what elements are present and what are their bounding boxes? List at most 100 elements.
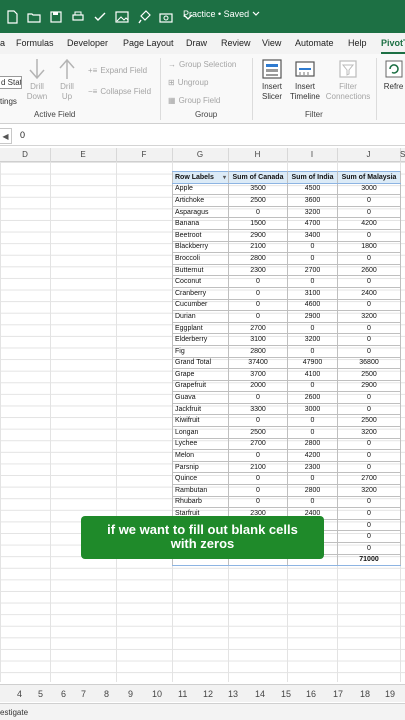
value-cell[interactable]: 0 — [287, 472, 338, 486]
filter-connections-button[interactable]: Filter Connections — [324, 58, 372, 102]
row-label-cell[interactable]: Grand Total — [172, 356, 229, 370]
value-cell[interactable]: 0 — [287, 252, 338, 265]
value-cell[interactable]: 0 — [337, 321, 401, 335]
value-cell[interactable]: 0 — [287, 495, 338, 509]
filter-dropdown-icon[interactable]: ▾ — [223, 174, 226, 181]
row-number[interactable]: 13 — [228, 689, 238, 699]
canada-header[interactable]: Sum of Canada — [228, 171, 288, 184]
group-selection-button[interactable]: → Group Selection — [168, 60, 236, 69]
drill-up-button[interactable]: Drill Up — [56, 58, 78, 102]
value-cell[interactable]: 2900 — [228, 228, 288, 242]
print-icon[interactable] — [68, 7, 88, 27]
row-number[interactable]: 11 — [178, 689, 187, 699]
row-number[interactable]: 6 — [61, 689, 66, 699]
row-number[interactable]: 14 — [255, 689, 265, 699]
row-label-cell[interactable]: Rhubarb — [172, 495, 229, 509]
value-cell[interactable]: 0 — [287, 414, 338, 428]
tab-help[interactable]: Help — [348, 38, 367, 48]
value-cell[interactable]: 0 — [228, 495, 288, 509]
value-cell[interactable]: 2500 — [228, 426, 288, 439]
row-number[interactable]: 8 — [104, 689, 109, 699]
value-cell[interactable]: 3200 — [337, 426, 401, 439]
value-cell[interactable]: 0 — [228, 472, 288, 486]
column-header-d[interactable]: D — [0, 150, 50, 159]
expand-field-button[interactable]: +≡ Expand Field — [88, 66, 147, 75]
value-cell[interactable]: 0 — [287, 426, 338, 439]
value-cell[interactable]: 0 — [228, 449, 288, 462]
value-cell[interactable]: 2900 — [337, 379, 401, 393]
value-cell[interactable]: 0 — [337, 275, 401, 288]
tab-view[interactable]: View — [262, 38, 281, 48]
value-cell[interactable]: 4200 — [287, 449, 338, 462]
row-number[interactable]: 15 — [281, 689, 291, 699]
value-cell[interactable]: 71000 — [337, 553, 401, 567]
value-cell[interactable]: 2800 — [228, 344, 288, 358]
value-cell[interactable]: 0 — [337, 344, 401, 358]
value-cell[interactable]: 0 — [287, 275, 338, 288]
value-cell[interactable]: 0 — [228, 298, 288, 312]
row-label-cell[interactable]: Artichoke — [172, 194, 229, 207]
column-header-g[interactable]: G — [172, 150, 228, 159]
column-header-j[interactable]: J — [337, 150, 400, 159]
value-cell[interactable]: 2000 — [228, 379, 288, 393]
tab-automate[interactable]: Automate — [295, 38, 334, 48]
row-label-cell[interactable]: Asparagus — [172, 205, 229, 219]
pivot-table[interactable]: Row Labels ▾ Sum of Canada Sum of India S… — [172, 171, 401, 567]
picture-icon[interactable] — [112, 7, 132, 27]
value-cell[interactable]: 0 — [287, 240, 338, 254]
value-cell[interactable]: 3000 — [337, 182, 401, 196]
value-cell[interactable]: 0 — [228, 275, 288, 288]
tab-page-layout[interactable]: Page Layout — [123, 38, 174, 48]
open-folder-icon[interactable] — [24, 7, 44, 27]
value-cell[interactable]: 4700 — [287, 217, 338, 230]
value-cell[interactable]: 2900 — [287, 310, 338, 323]
value-cell[interactable]: 3400 — [287, 228, 338, 242]
value-cell[interactable]: 37400 — [228, 356, 288, 370]
new-file-icon[interactable] — [2, 7, 22, 27]
row-label-cell[interactable]: Coconut — [172, 275, 229, 288]
collapse-field-button[interactable]: −≡ Collapse Field — [88, 87, 151, 96]
row-labels-header[interactable]: Row Labels ▾ — [172, 171, 229, 184]
insert-timeline-button[interactable]: Insert Timeline — [288, 58, 322, 102]
row-label-cell[interactable]: Apple — [172, 182, 229, 196]
value-cell[interactable]: 2600 — [337, 263, 401, 277]
row-label-cell[interactable]: Broccoli — [172, 252, 229, 265]
value-cell[interactable]: 2300 — [287, 460, 338, 474]
value-cell[interactable]: 3300 — [228, 402, 288, 416]
value-cell[interactable]: 2800 — [287, 437, 338, 451]
row-number[interactable]: 5 — [38, 689, 43, 699]
row-label-cell[interactable]: Eggplant — [172, 321, 229, 335]
row-label-cell[interactable]: Cucumber — [172, 298, 229, 312]
value-cell[interactable]: 3200 — [287, 205, 338, 219]
value-cell[interactable]: 2100 — [228, 240, 288, 254]
value-cell[interactable]: 0 — [337, 391, 401, 404]
spelling-icon[interactable] — [90, 7, 110, 27]
value-cell[interactable]: 0 — [337, 530, 401, 543]
row-label-cell[interactable]: Fig — [172, 344, 229, 358]
value-cell[interactable]: 4600 — [287, 298, 338, 312]
value-cell[interactable]: 2700 — [228, 321, 288, 335]
value-cell[interactable]: 0 — [337, 205, 401, 219]
value-cell[interactable]: 0 — [228, 484, 288, 497]
row-label-cell[interactable]: Quince — [172, 472, 229, 486]
value-cell[interactable]: 0 — [337, 228, 401, 242]
row-label-cell[interactable]: Cranberry — [172, 286, 229, 300]
row-label-cell[interactable]: Grapefruit — [172, 379, 229, 393]
ungroup-button[interactable]: ⊞ Ungroup — [168, 78, 208, 87]
row-number[interactable]: 16 — [306, 689, 316, 699]
value-cell[interactable]: 2800 — [287, 484, 338, 497]
row-label-cell[interactable]: Blackberry — [172, 240, 229, 254]
value-cell[interactable]: 3000 — [287, 402, 338, 416]
value-cell[interactable]: 2500 — [337, 414, 401, 428]
row-label-cell[interactable]: Parsnip — [172, 460, 229, 474]
value-cell[interactable]: 0 — [337, 402, 401, 416]
value-cell[interactable]: 0 — [228, 310, 288, 323]
value-cell[interactable]: 3200 — [337, 310, 401, 323]
value-cell[interactable]: 2700 — [228, 437, 288, 451]
refresh-button[interactable]: Refre — [382, 58, 405, 92]
row-label-cell[interactable]: Rambutan — [172, 484, 229, 497]
value-cell[interactable]: 2500 — [228, 194, 288, 207]
row-label-cell[interactable]: Grape — [172, 368, 229, 381]
value-cell[interactable]: 2700 — [287, 263, 338, 277]
value-cell[interactable]: 2600 — [287, 391, 338, 404]
